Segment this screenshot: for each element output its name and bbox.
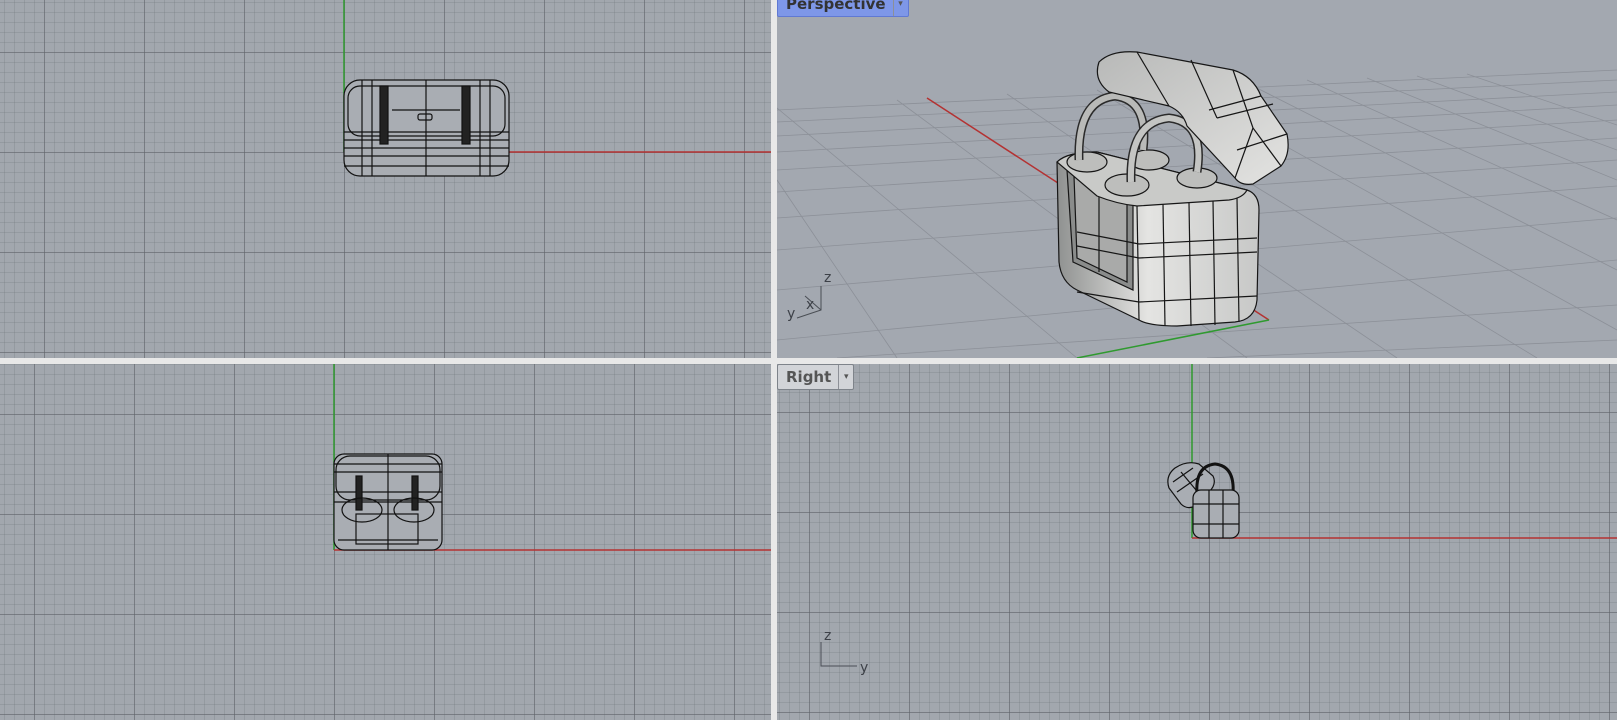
axis-label-y: y [787,306,795,322]
viewport-title-perspective[interactable]: Perspective ▾ [777,0,909,17]
axis-label-z: z [824,628,831,644]
dropdown-arrow-icon[interactable]: ▾ [892,0,908,16]
axis-label-y: y [860,660,868,676]
model-wireframe-front[interactable] [333,453,443,551]
viewport-front[interactable] [0,364,771,720]
viewport-title-label: Perspective [786,0,886,13]
model-shaded-perspective[interactable] [1056,51,1289,327]
axis-label-x: x [806,297,814,313]
viewport-perspective[interactable]: z x y [777,0,1617,358]
dropdown-arrow-icon[interactable]: ▾ [838,365,853,389]
model-wireframe-top[interactable] [343,79,510,177]
axis-widget: z x y [787,270,831,322]
model-wireframe-right[interactable] [1167,462,1240,539]
perspective-viewport-canvas: z x y [777,51,1617,358]
front-viewport-canvas [333,364,771,551]
viewport-title-label: Right [786,368,832,386]
top-viewport-canvas [343,0,771,177]
viewport-title-right[interactable]: Right ▾ [777,364,855,390]
viewport-top[interactable] [0,0,771,358]
axis-widget: z y [820,628,868,676]
viewport-right[interactable]: z y [777,364,1617,720]
right-viewport-canvas: z y [820,364,1617,676]
axis-label-z: z [824,270,831,286]
